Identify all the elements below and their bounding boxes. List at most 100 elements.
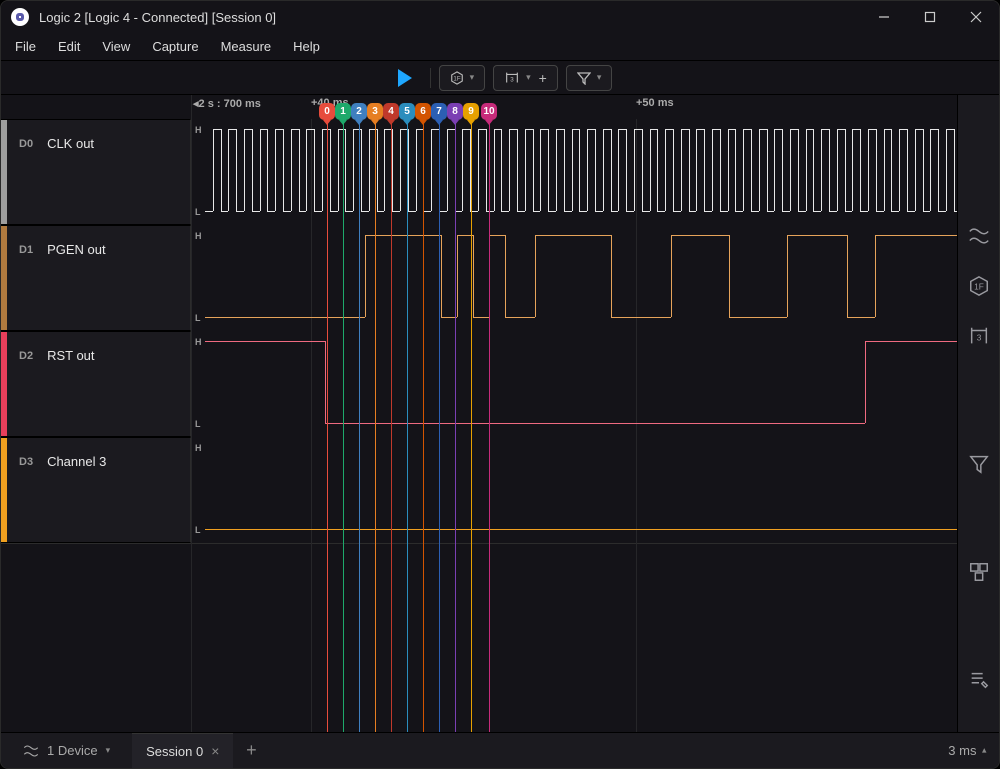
menu-view[interactable]: View <box>92 35 140 58</box>
marker-flag[interactable]: 2 <box>351 103 367 120</box>
track-divider <box>1 543 999 544</box>
marker-flag[interactable]: 10 <box>481 103 497 120</box>
svg-text:1F: 1F <box>974 283 984 292</box>
panel-channels-button[interactable] <box>968 225 990 247</box>
track-label[interactable]: D3 Channel 3 <box>1 437 191 543</box>
track-clk: D0CLK outHL <box>1 119 999 225</box>
waveform <box>205 437 989 543</box>
marker-flag[interactable]: 5 <box>399 103 415 120</box>
hex-icon: 1F <box>450 71 464 85</box>
marker-7[interactable]: 7 <box>439 103 440 732</box>
track-id: D3 <box>19 456 33 468</box>
track-id: D1 <box>19 244 33 256</box>
filter-dropdown[interactable]: ▾ <box>566 65 613 91</box>
marker-flag[interactable]: 1 <box>335 103 351 120</box>
analyzers-dropdown[interactable]: 1F ▾ <box>439 65 486 91</box>
ruler-range-label: ◂2 s : 700 ms <box>193 97 261 110</box>
close-tab-button[interactable]: × <box>211 743 219 759</box>
svg-text:1F: 1F <box>453 75 460 82</box>
timeline-ruler[interactable]: ◂2 s : 700 ms +40 ms+50 ms <box>1 95 999 119</box>
waveform <box>205 225 989 331</box>
content: 1F ▾ 3 ▾ + ▾ ◂2 s : 700 ms +40 ms+50 ms … <box>1 61 999 732</box>
marker-9[interactable]: 9 <box>471 103 472 732</box>
track-accent <box>1 226 7 330</box>
marker-flag[interactable]: 7 <box>431 103 447 120</box>
window-frame: Logic 2 [Logic 4 - Connected] [Session 0… <box>0 0 1000 769</box>
close-button[interactable] <box>953 1 999 33</box>
app-icon <box>11 8 29 26</box>
marker-flag[interactable]: 0 <box>319 103 335 120</box>
marker-flag[interactable]: 8 <box>447 103 463 120</box>
marker-10[interactable]: 10 <box>489 103 490 732</box>
device-icon <box>23 743 39 759</box>
waveform-view[interactable]: ◂2 s : 700 ms +40 ms+50 ms 012345678910 … <box>1 95 999 732</box>
chevron-up-icon: ▾ <box>982 745 987 756</box>
play-icon <box>398 69 412 87</box>
panel-analyzers-button[interactable]: 1F <box>968 275 990 297</box>
track-plot[interactable]: HL <box>191 119 999 225</box>
session-tab[interactable]: Session 0 × <box>132 733 233 768</box>
menu-measure[interactable]: Measure <box>211 35 282 58</box>
track-plot[interactable]: HL <box>191 437 999 543</box>
tracks-container: ◂2 s : 700 ms +40 ms+50 ms 012345678910 … <box>1 95 999 732</box>
window-title: Logic 2 [Logic 4 - Connected] [Session 0… <box>39 10 861 25</box>
level-low-label: L <box>195 207 201 217</box>
menu-help[interactable]: Help <box>283 35 330 58</box>
side-panel: 1F 3 <box>957 95 999 732</box>
track-name: RST out <box>47 348 94 363</box>
marker-4[interactable]: 4 <box>391 103 392 732</box>
marker-flag[interactable]: 4 <box>383 103 399 120</box>
svg-text:3: 3 <box>510 76 514 83</box>
menu-capture[interactable]: Capture <box>142 35 208 58</box>
chevron-down-icon: ▾ <box>597 72 602 83</box>
chevron-down-icon: ▾ <box>106 745 111 756</box>
menu-edit[interactable]: Edit <box>48 35 90 58</box>
maximize-button[interactable] <box>907 1 953 33</box>
marker-flag[interactable]: 6 <box>415 103 431 120</box>
timing-dropdown[interactable]: 3 ▾ + <box>493 65 558 91</box>
device-selector[interactable]: 1 Device ▾ <box>13 739 120 763</box>
panel-extensions-button[interactable] <box>968 561 990 583</box>
track-name: Channel 3 <box>47 454 106 469</box>
menubar: File Edit View Capture Measure Help <box>1 33 999 61</box>
marker-3[interactable]: 3 <box>375 103 376 732</box>
session-tabs: Session 0 × + <box>132 733 269 768</box>
level-low-label: L <box>195 525 201 535</box>
track-accent <box>1 120 7 224</box>
marker-flag[interactable]: 3 <box>367 103 383 120</box>
track-name: CLK out <box>47 136 94 151</box>
track-plot[interactable]: HL <box>191 225 999 331</box>
play-button[interactable] <box>388 65 422 91</box>
level-high-label: H <box>195 125 202 135</box>
marker-1[interactable]: 1 <box>343 103 344 732</box>
track-label[interactable]: D1PGEN out <box>1 225 191 331</box>
marker-5[interactable]: 5 <box>407 103 408 732</box>
marker-8[interactable]: 8 <box>455 103 456 732</box>
panel-filter-button[interactable] <box>968 453 990 475</box>
track-plot[interactable]: HL <box>191 331 999 437</box>
device-label: 1 Device <box>47 743 98 758</box>
track-label[interactable]: D2RST out <box>1 331 191 437</box>
svg-text:3: 3 <box>976 334 981 343</box>
marker-0[interactable]: 0 <box>327 103 328 732</box>
statusbar: 1 Device ▾ Session 0 × + 3 ms ▾ <box>1 732 999 768</box>
track-id: D0 <box>19 138 33 150</box>
panel-notes-button[interactable] <box>968 669 990 691</box>
grid-line <box>191 95 192 732</box>
minimize-button[interactable] <box>861 1 907 33</box>
panel-timing-button[interactable]: 3 <box>968 325 990 347</box>
session-tab-label: Session 0 <box>146 744 203 759</box>
marker-2[interactable]: 2 <box>359 103 360 732</box>
add-tab-button[interactable]: + <box>233 733 269 768</box>
marker-flag[interactable]: 9 <box>463 103 479 120</box>
zoom-label: 3 ms <box>948 743 976 758</box>
plus-icon: + <box>539 70 547 86</box>
titlebar[interactable]: Logic 2 [Logic 4 - Connected] [Session 0… <box>1 1 999 33</box>
track-accent <box>1 438 7 542</box>
marker-6[interactable]: 6 <box>423 103 424 732</box>
level-high-label: H <box>195 337 202 347</box>
track-label[interactable]: D0 CLK out <box>1 119 191 225</box>
funnel-icon <box>577 71 591 85</box>
menu-file[interactable]: File <box>5 35 46 58</box>
level-high-label: H <box>195 231 202 241</box>
